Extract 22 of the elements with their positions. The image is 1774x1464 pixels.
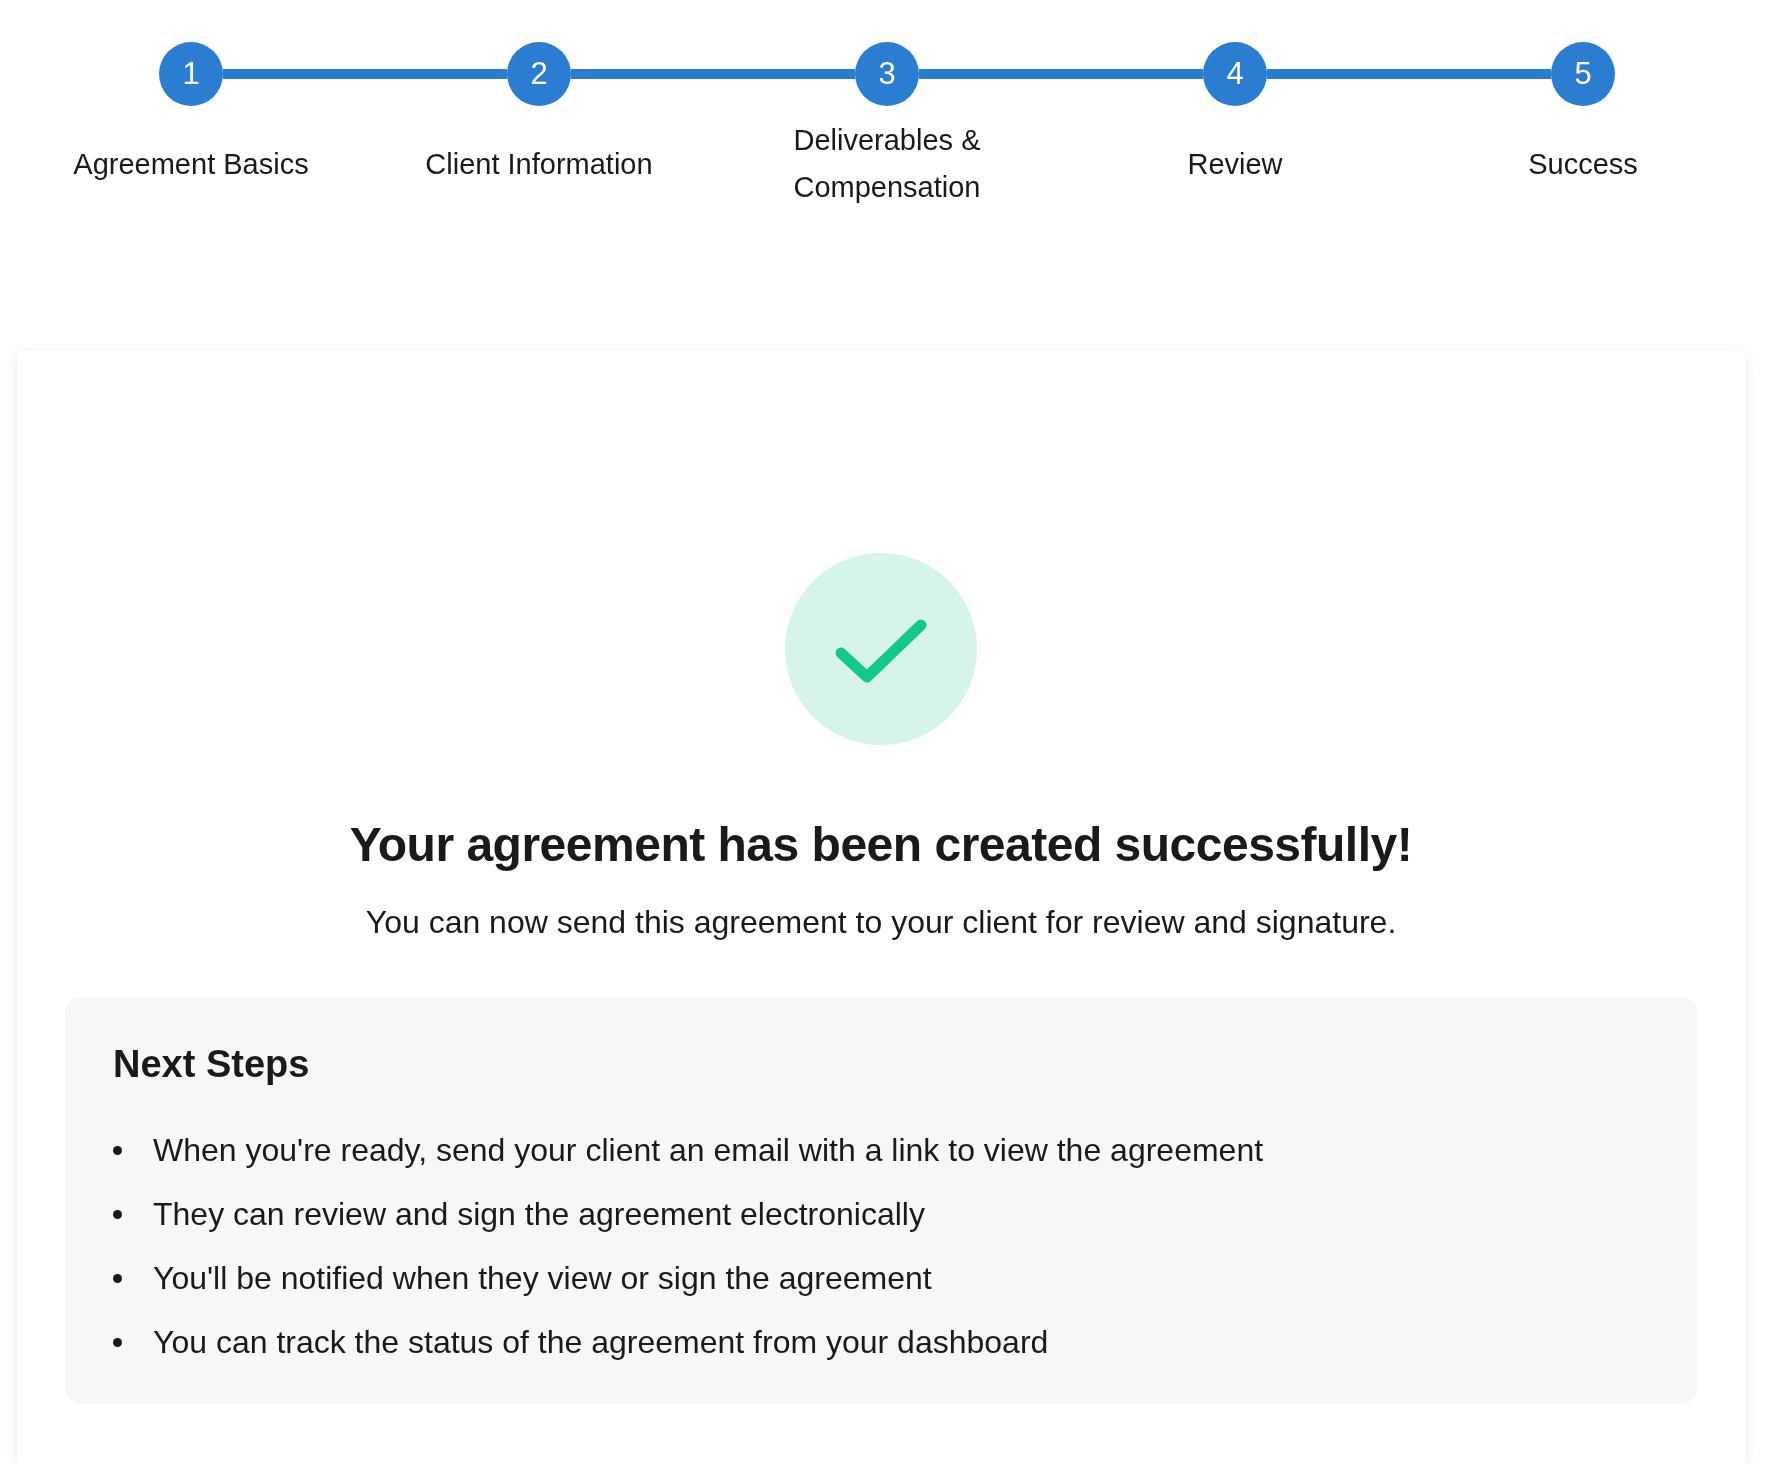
next-steps-title: Next Steps — [113, 1043, 311, 1086]
success-check-icon — [785, 553, 977, 745]
step-number: 1 — [159, 42, 223, 106]
next-step-item: They can review and sign the agreement electronically — [153, 1195, 925, 1233]
step-number: 2 — [507, 42, 571, 106]
step-number: 5 — [1551, 42, 1615, 106]
bullet-icon — [113, 1145, 122, 1155]
success-heading: Your agreement has been created successfully! — [349, 817, 1413, 872]
bullet-icon — [113, 1337, 122, 1347]
next-step-item: You can track the status of the agreement from your dashboard — [153, 1323, 1049, 1361]
next-step-item: You'll be notified when they view or sign the agreement — [153, 1259, 932, 1297]
step-label: Deliverables & Compensation — [792, 123, 982, 205]
step-number: 3 — [855, 42, 919, 106]
step-label: Client Information — [425, 146, 653, 182]
step-label: Agreement Basics — [73, 146, 309, 182]
step-number: 4 — [1203, 42, 1267, 106]
success-message: You can now send this agreement to your client for review and signature. — [365, 904, 1397, 941]
step-label: Success — [1528, 146, 1638, 182]
bullet-icon — [113, 1209, 122, 1219]
next-step-item: When you're ready, send your client an email with a link to view the agreement — [153, 1131, 1264, 1169]
step-label: Review — [1187, 146, 1283, 182]
bullet-icon — [113, 1273, 122, 1283]
